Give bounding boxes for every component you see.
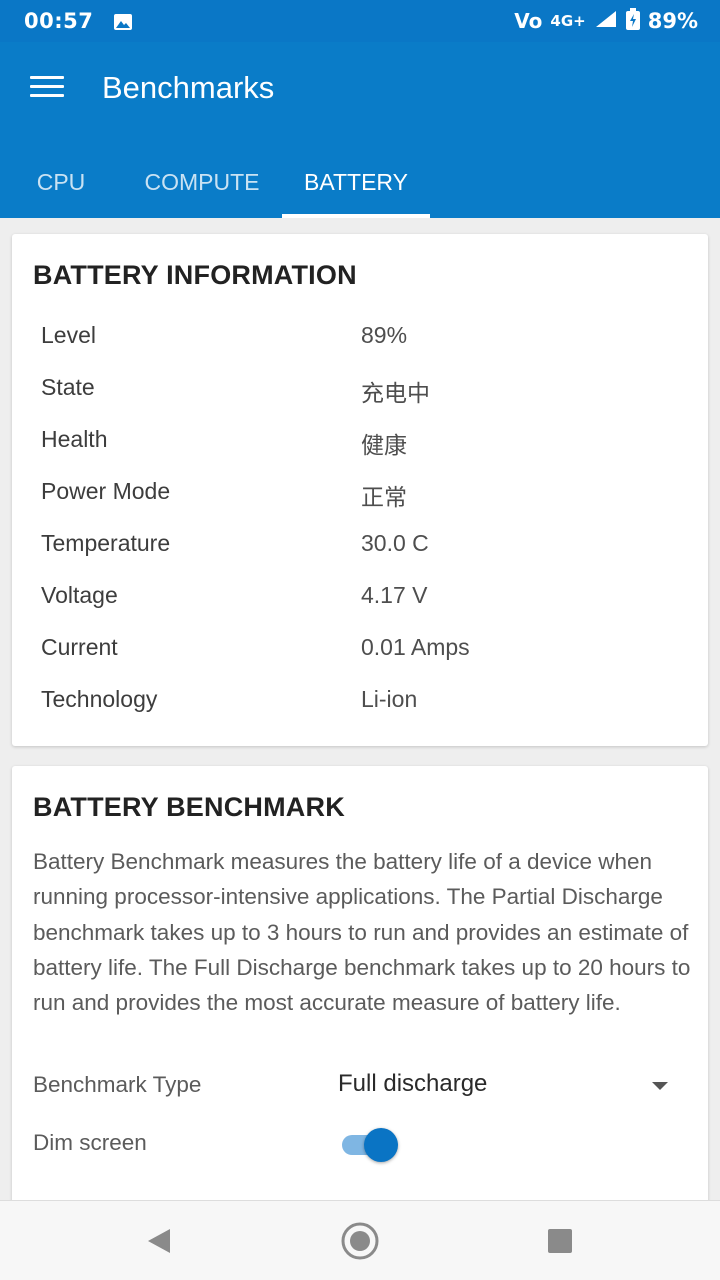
wifi-calling-icon: Vo [514, 9, 543, 33]
image-icon [113, 12, 133, 30]
status-icons: Vo 4G+ 89% [514, 7, 698, 35]
info-value: 4.17 V [361, 582, 428, 608]
info-row-current: Current 0.01 Amps [41, 634, 681, 686]
info-value: Li-ion [361, 686, 418, 712]
info-row-temperature: Temperature 30.0 C [41, 530, 681, 582]
info-row-level: Level 89% [41, 322, 681, 374]
screen: 00:57 Vo 4G+ 89% Benchmarks CPU COMPUTE … [0, 0, 720, 1280]
info-label: Voltage [41, 582, 118, 608]
benchmark-description: Battery Benchmark measures the battery l… [33, 849, 691, 1016]
navigation-bar [0, 1200, 720, 1280]
info-value: 正常 [361, 484, 407, 510]
dim-screen-toggle[interactable] [342, 1126, 398, 1162]
info-label: Current [41, 634, 118, 660]
dropdown-arrow-icon [652, 1082, 668, 1090]
info-row-health: Health 健康 [41, 426, 681, 478]
battery-benchmark-title: BATTERY BENCHMARK [33, 792, 345, 822]
toggle-thumb [364, 1128, 398, 1162]
recents-icon[interactable] [538, 1219, 582, 1263]
info-value: 充电中 [361, 380, 430, 406]
home-icon[interactable] [338, 1219, 382, 1263]
info-value: 30.0 C [361, 530, 429, 556]
tab-bar: CPU COMPUTE BATTERY [0, 147, 430, 218]
app-title: Benchmarks [102, 70, 275, 105]
app-bar: Benchmarks CPU COMPUTE BATTERY [0, 42, 720, 218]
status-time: 00:57 [24, 9, 94, 33]
info-value: 89% [361, 322, 408, 348]
info-label: State [41, 374, 95, 400]
info-label: Temperature [41, 530, 171, 556]
back-icon[interactable] [138, 1219, 182, 1263]
info-label: Power Mode [41, 478, 171, 504]
tab-compute[interactable]: COMPUTE [122, 147, 282, 218]
info-label: Level [41, 322, 96, 348]
battery-information-card: BATTERY INFORMATION Level 89% State 充电中 … [12, 234, 708, 746]
signal-icon [594, 9, 618, 34]
tab-cpu[interactable]: CPU [0, 147, 122, 218]
info-row-voltage: Voltage 4.17 V [41, 582, 681, 634]
benchmark-type-dropdown[interactable]: Full discharge [338, 1066, 668, 1106]
battery-percent: 89% [647, 9, 698, 33]
info-label: Technology [41, 686, 158, 712]
info-row-technology: Technology Li-ion [41, 686, 681, 738]
network-type: 4G+ [550, 12, 586, 30]
benchmark-type-label: Benchmark Type [33, 1072, 202, 1097]
status-bar: 00:57 Vo 4G+ 89% [0, 0, 720, 42]
info-value: 健康 [361, 432, 407, 458]
info-row-power-mode: Power Mode 正常 [41, 478, 681, 530]
benchmark-type-value: Full discharge [338, 1070, 488, 1097]
battery-benchmark-card: BATTERY BENCHMARK Battery Benchmark meas… [12, 766, 708, 1226]
info-value: 0.01 Amps [361, 634, 470, 660]
battery-information-title: BATTERY INFORMATION [33, 260, 357, 290]
menu-icon[interactable] [30, 76, 64, 102]
tab-battery[interactable]: BATTERY [282, 147, 430, 218]
dim-screen-label: Dim screen [33, 1130, 147, 1155]
battery-charging-icon [625, 7, 640, 35]
info-row-state: State 充电中 [41, 374, 681, 426]
info-label: Health [41, 426, 108, 452]
